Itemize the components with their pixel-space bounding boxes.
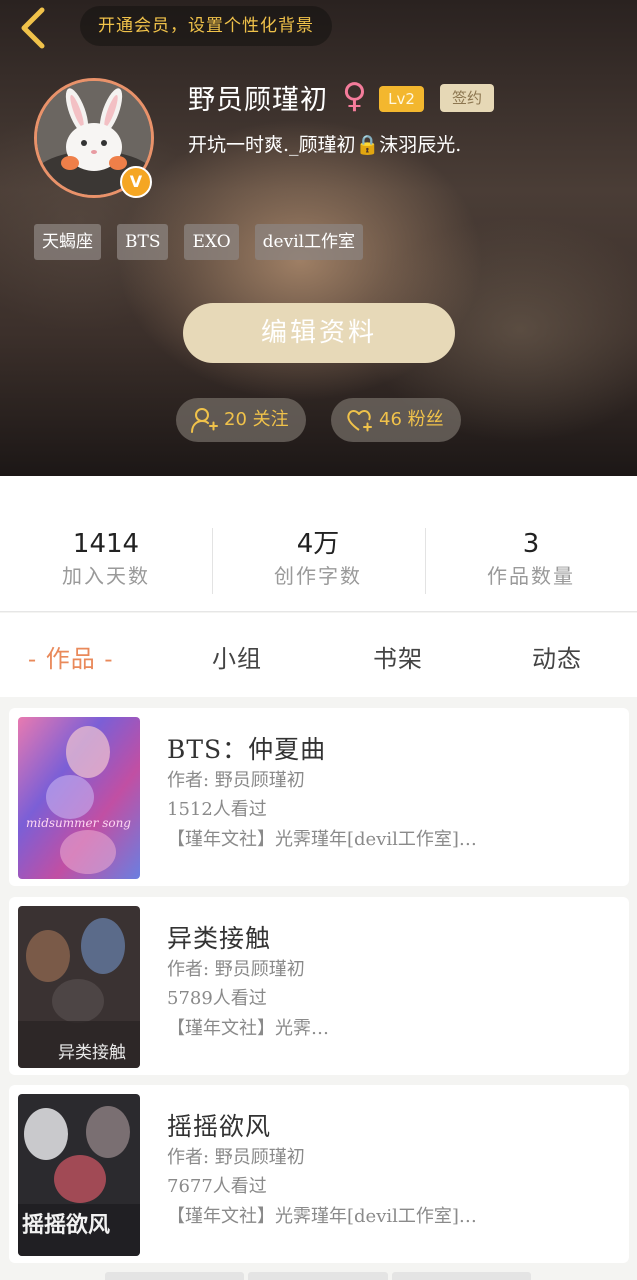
signature: 开坑一时爽._顾瑾初🔒沫羽辰光. xyxy=(188,134,462,156)
stats-bar: 1414 加入天数 4万 创作字数 3 作品数量 xyxy=(0,476,637,612)
stat-word-count: 4万 创作字数 xyxy=(212,526,424,590)
work-title: 异类接触 xyxy=(167,924,272,953)
fans-button[interactable]: 46 粉丝 xyxy=(331,398,461,442)
work-views: 7677人看过 xyxy=(167,1176,267,1197)
stat-join-days: 1414 加入天数 xyxy=(0,526,212,590)
cover-text: midsummer song xyxy=(26,816,131,830)
work-author: 作者: 野员顾瑾初 xyxy=(167,770,305,791)
following-count: 20 关注 xyxy=(224,409,289,430)
tag-item[interactable]: 天蝎座 xyxy=(34,224,101,260)
level-badge[interactable]: Lv2 xyxy=(379,86,424,112)
tag-item[interactable]: EXO xyxy=(184,224,239,260)
work-tags: 【瑾年文社】光霁… xyxy=(167,1018,329,1039)
profile-header: 开通会员，设置个性化背景 V 野员顾瑾初 ♀ Lv2 签约 开坑一时爽._顾瑾初… xyxy=(0,0,637,476)
work-tags: 【瑾年文社】光霁瑾年[devil工作室]… xyxy=(167,829,477,850)
tab-bookshelf[interactable]: 书架 xyxy=(373,639,423,674)
work-views: 5789人看过 xyxy=(167,988,267,1009)
tag-list: 天蝎座 BTS EXO devil工作室 xyxy=(34,224,364,260)
username: 野员顾瑾初 xyxy=(188,85,328,116)
work-tags: 【瑾年文社】光霁瑾年[devil工作室]… xyxy=(167,1206,477,1227)
work-title: BTS：仲夏曲 xyxy=(167,735,327,764)
work-card[interactable]: midsummer song BTS：仲夏曲 作者: 野员顾瑾初 1512人看过… xyxy=(9,708,629,886)
signed-badge: 签约 xyxy=(440,84,494,112)
work-views: 1512人看过 xyxy=(167,799,267,820)
cover-image: 异类接触 xyxy=(18,906,140,1068)
vip-banner[interactable]: 开通会员，设置个性化背景 xyxy=(80,6,332,46)
work-cover[interactable]: midsummer song xyxy=(18,717,140,879)
tab-activity[interactable]: 动态 xyxy=(532,639,582,674)
verified-badge: V xyxy=(120,166,152,198)
work-card[interactable]: 摇摇欲风 摇摇欲风 作者: 野员顾瑾初 7677人看过 【瑾年文社】光霁瑾年[d… xyxy=(9,1085,629,1263)
stat-value: 4万 xyxy=(296,529,340,559)
bottom-bar-edge xyxy=(105,1272,531,1280)
cover-image: midsummer song xyxy=(18,717,140,879)
work-cover[interactable]: 摇摇欲风 xyxy=(18,1094,140,1256)
stat-works-count: 3 作品数量 xyxy=(425,526,637,590)
cover-text: 摇摇欲风 xyxy=(22,1212,110,1238)
female-gender-icon: ♀ xyxy=(342,76,367,116)
tab-works[interactable]: - 作品 - xyxy=(28,639,113,674)
tab-groups[interactable]: 小组 xyxy=(212,639,262,674)
chevron-left-icon xyxy=(21,7,45,49)
tag-item[interactable]: BTS xyxy=(117,224,169,260)
work-author: 作者: 野员顾瑾初 xyxy=(167,959,305,980)
stat-value: 3 xyxy=(522,529,540,559)
heart-plus-icon xyxy=(347,410,372,432)
fans-count: 46 粉丝 xyxy=(379,409,444,430)
bottom-bar-segment xyxy=(391,1272,531,1280)
work-author: 作者: 野员顾瑾初 xyxy=(167,1147,305,1168)
tag-item[interactable]: devil工作室 xyxy=(254,224,364,260)
cover-image: 摇摇欲风 xyxy=(18,1094,140,1256)
stat-label: 创作字数 xyxy=(274,564,362,588)
work-card[interactable]: 异类接触 异类接触 作者: 野员顾瑾初 5789人看过 【瑾年文社】光霁… xyxy=(9,897,629,1075)
back-button[interactable] xyxy=(14,6,54,50)
stat-label: 加入天数 xyxy=(62,564,150,588)
cover-text: 异类接触 xyxy=(58,1043,126,1063)
user-plus-icon xyxy=(191,408,218,433)
work-cover[interactable]: 异类接触 xyxy=(18,906,140,1068)
work-title: 摇摇欲风 xyxy=(167,1112,272,1141)
bottom-bar-segment xyxy=(105,1272,245,1280)
profile-tabs: - 作品 - 小组 书架 动态 xyxy=(0,613,637,697)
stat-value: 1414 xyxy=(72,529,140,559)
following-button[interactable]: 20 关注 xyxy=(176,398,306,442)
bottom-bar-segment xyxy=(248,1272,388,1280)
edit-profile-button[interactable]: 编辑资料 xyxy=(183,303,455,363)
stat-label: 作品数量 xyxy=(487,564,575,588)
